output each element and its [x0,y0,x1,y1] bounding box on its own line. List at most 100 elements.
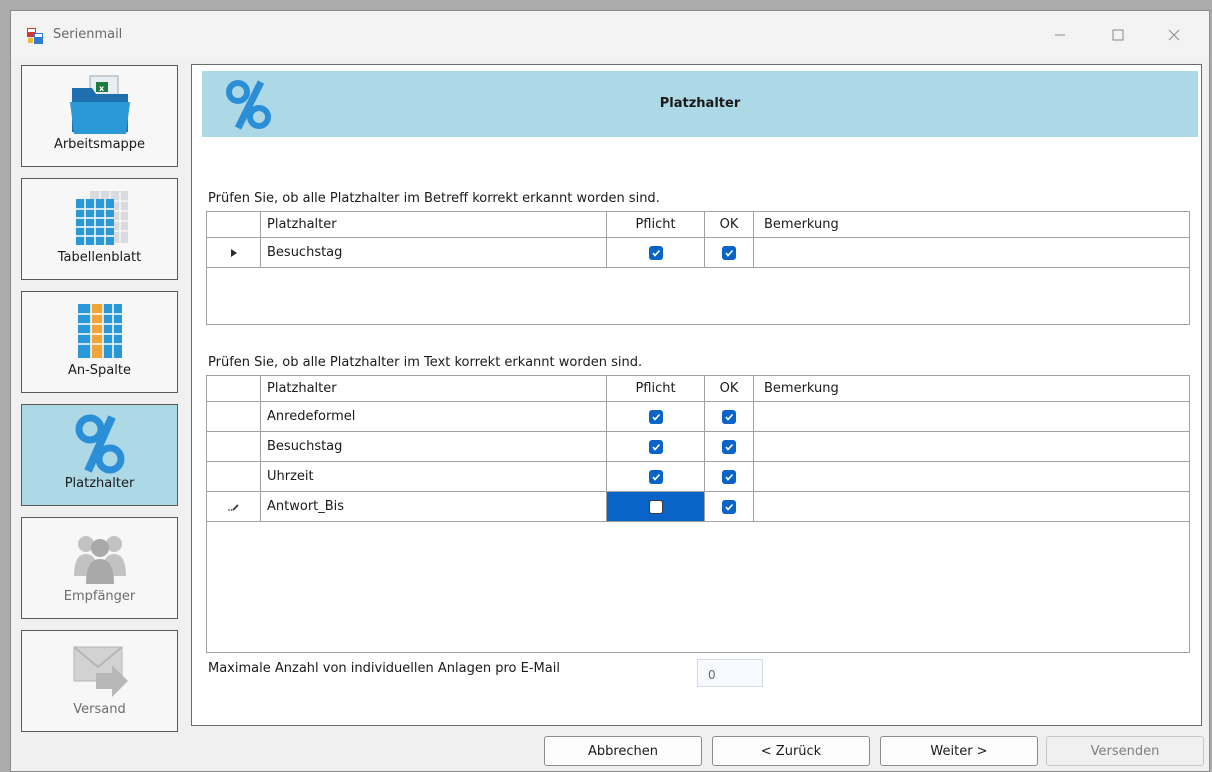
nav-label: Empfänger [63,589,136,604]
ok-cell[interactable] [705,432,754,462]
row-header-corner [207,376,261,402]
column-header[interactable]: Bemerkung [754,212,1189,238]
bemerkung-cell[interactable] [754,462,1189,492]
checkmark-icon [725,443,734,451]
table-row[interactable]: Uhrzeit [207,462,1189,492]
ok-checkbox[interactable] [722,499,736,514]
app-icon [27,28,43,44]
column-header[interactable]: Pflicht [607,212,705,238]
column-header[interactable]: Platzhalter [261,376,607,402]
title-bar: Serienmail [11,11,1209,59]
pflicht-cell[interactable] [607,402,705,432]
bemerkung-cell[interactable] [754,492,1189,522]
max-attachments-label: Maximale Anzahl von individuellen Anlage… [208,661,560,676]
bemerkung-cell[interactable] [754,238,1189,268]
column-header[interactable]: Platzhalter [261,212,607,238]
column-header[interactable]: Bemerkung [754,376,1189,402]
checkmark-icon [651,413,660,421]
bemerkung-cell[interactable] [754,432,1189,462]
row-header[interactable] [207,402,261,432]
nav-label: Versand [73,702,126,717]
pflicht-checkbox[interactable] [648,499,663,514]
percent-icon [75,414,125,474]
pflicht-checkbox[interactable] [648,245,663,260]
column-header[interactable]: OK [705,212,754,238]
column-header[interactable]: OK [705,376,754,402]
placeholder-name-cell[interactable]: Besuchstag [261,238,607,268]
table-row[interactable]: Antwort_Bis [207,492,1189,522]
page-title: Platzhalter [659,96,741,111]
svg-text:x: x [99,84,105,93]
checkmark-icon [651,249,660,257]
pflicht-cell[interactable] [607,492,705,522]
grid-header-row: Platzhalter Pflicht OK Bemerkung [207,212,1189,238]
table-row[interactable]: Besuchstag [207,238,1189,268]
nav-label: Arbeitsmappe [53,137,146,152]
max-attachments-input[interactable]: 0 [697,659,763,687]
subject-caption: Prüfen Sie, ob alle Platzhalter im Betre… [208,191,660,206]
close-button[interactable] [1151,19,1197,51]
minimize-button[interactable] [1037,19,1083,51]
pflicht-checkbox[interactable] [648,469,663,484]
worksheet-icon [76,191,128,245]
checkmark-icon [725,249,734,257]
pflicht-checkbox[interactable] [648,439,663,454]
nav-label: Tabellenblatt [57,250,142,265]
table-row[interactable]: Anredeformel [207,402,1189,432]
minimize-icon [1055,34,1065,36]
window-title: Serienmail [53,27,123,42]
checkmark-icon [725,413,734,421]
checkmark-icon [725,473,734,481]
wizard-nav: x Arbeitsmappe Tabellenblatt An-Spalte P… [11,59,193,735]
placeholder-name-cell[interactable]: Antwort_Bis [261,492,607,522]
ok-cell[interactable] [705,402,754,432]
bemerkung-cell[interactable] [754,402,1189,432]
ok-cell[interactable] [705,238,754,268]
mail-send-icon [73,646,128,697]
checkmark-icon [651,473,660,481]
pflicht-cell[interactable] [607,462,705,492]
nav-item-versand[interactable]: Versand [21,630,178,732]
workbook-icon: x [70,75,130,134]
ok-checkbox[interactable] [722,245,736,260]
subject-placeholder-grid: Platzhalter Pflicht OK Bemerkung Besuchs… [206,211,1190,325]
pflicht-checkbox[interactable] [648,409,663,424]
nav-item-arbeitsmappe[interactable]: x Arbeitsmappe [21,65,178,167]
send-button[interactable]: Versenden [1046,736,1204,766]
row-header[interactable] [207,462,261,492]
content-panel: Platzhalter Prüfen Sie, ob alle Platzhal… [191,64,1202,726]
nav-item-tabellenblatt[interactable]: Tabellenblatt [21,178,178,280]
next-button[interactable]: Weiter > [880,736,1038,766]
pflicht-cell[interactable] [607,432,705,462]
app-window: Serienmail x Arbeitsmappe Tabellenblatt … [10,10,1210,772]
row-header[interactable] [207,492,261,522]
placeholder-name-cell[interactable]: Besuchstag [261,432,607,462]
column-icon [78,304,122,358]
text-caption: Prüfen Sie, ob alle Platzhalter im Text … [208,355,643,370]
checkmark-icon [725,503,734,511]
text-placeholder-grid: Platzhalter Pflicht OK Bemerkung Anredef… [206,375,1190,653]
pflicht-cell[interactable] [607,238,705,268]
row-header[interactable] [207,432,261,462]
row-header[interactable] [207,238,261,268]
table-row[interactable]: Besuchstag [207,432,1189,462]
placeholder-name-cell[interactable]: Uhrzeit [261,462,607,492]
current-row-arrow-icon [230,248,237,257]
edit-pencil-icon [227,503,239,511]
maximize-icon [1112,29,1124,41]
checkmark-icon [651,443,660,451]
nav-item-platzhalter[interactable]: Platzhalter [21,404,178,506]
ok-checkbox[interactable] [722,469,736,484]
nav-item-an-spalte[interactable]: An-Spalte [21,291,178,393]
ok-checkbox[interactable] [722,409,736,424]
cancel-button[interactable]: Abbrechen [544,736,702,766]
nav-item-empfaenger[interactable]: Empfänger [21,517,178,619]
maximize-button[interactable] [1095,19,1141,51]
back-button[interactable]: < Zurück [712,736,870,766]
column-header[interactable]: Pflicht [607,376,705,402]
ok-checkbox[interactable] [722,439,736,454]
ok-cell[interactable] [705,492,754,522]
grid-header-row: Platzhalter Pflicht OK Bemerkung [207,376,1189,402]
placeholder-name-cell[interactable]: Anredeformel [261,402,607,432]
ok-cell[interactable] [705,462,754,492]
